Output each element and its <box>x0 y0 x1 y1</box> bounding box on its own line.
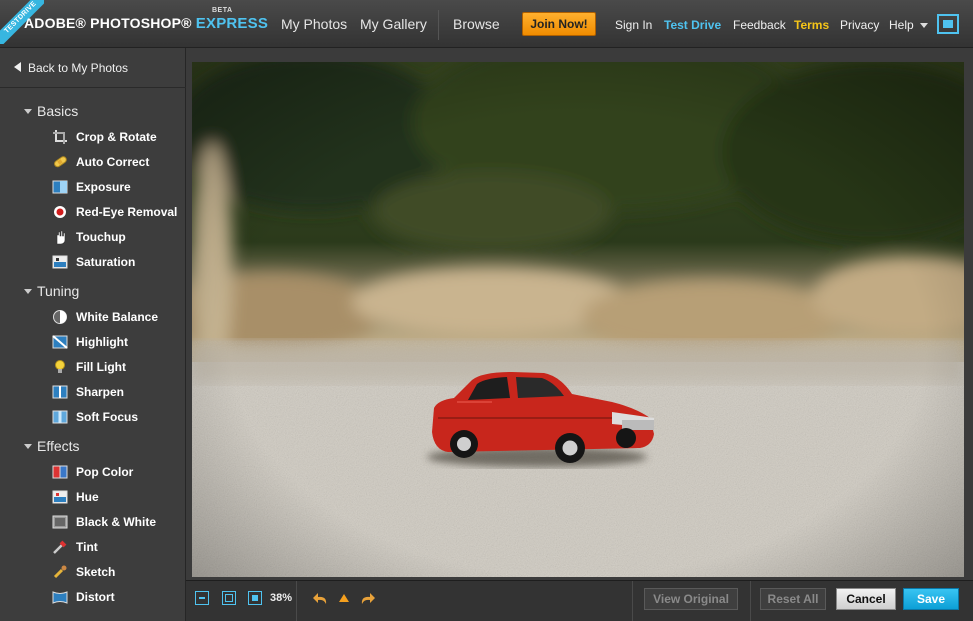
toolbar-divider <box>750 581 751 621</box>
toolbar-divider <box>296 581 297 621</box>
nav-my-photos[interactable]: My Photos <box>281 16 347 32</box>
saturation-icon <box>52 255 68 269</box>
hand-icon <box>56 230 66 245</box>
red-eye-icon <box>54 206 66 218</box>
tool-label: Saturation <box>76 255 136 269</box>
section-tuning[interactable]: Tuning <box>0 281 186 301</box>
white-balance-icon <box>53 310 67 324</box>
brand-logo[interactable]: ADOBE® PHOTOSHOP® EXPRESS BETA <box>24 7 269 32</box>
redo-icon[interactable] <box>358 591 376 607</box>
bandage-icon <box>54 156 67 168</box>
section-effects-title: Effects <box>37 438 80 454</box>
toolbar-divider <box>632 581 633 621</box>
save-button[interactable]: Save <box>903 588 959 610</box>
tool-label: Pop Color <box>76 465 134 479</box>
black-white-icon <box>52 515 68 529</box>
sharpen-icon <box>52 385 68 399</box>
photo-canvas[interactable] <box>192 62 964 577</box>
back-label: Back to My Photos <box>28 61 129 75</box>
back-to-my-photos-link[interactable]: Back to My Photos <box>0 48 186 88</box>
brand-beta: BETA <box>212 7 233 14</box>
highlight-icon <box>52 335 68 349</box>
tool-label: Red-Eye Removal <box>76 205 178 219</box>
section-basics-title: Basics <box>37 103 79 119</box>
terms-link[interactable]: Terms <box>794 18 829 32</box>
reset-all-button[interactable]: Reset All <box>760 588 826 610</box>
collapse-triangle-icon <box>24 109 32 114</box>
chevron-down-icon <box>919 23 928 29</box>
tool-label: Tint <box>76 540 98 554</box>
help-label: Help <box>889 18 914 32</box>
brand-adobe: ADOBE® <box>24 15 91 31</box>
help-menu[interactable]: Help <box>889 18 928 32</box>
top-bar: TESTDRIVE ADOBE® PHOTOSHOP® EXPRESS BETA… <box>0 0 973 48</box>
join-now-button[interactable]: Join Now! <box>522 12 596 36</box>
tool-label: Black & White <box>76 515 157 529</box>
brush-icon <box>53 565 67 579</box>
tool-label: Sketch <box>76 565 116 579</box>
pop-color-icon <box>52 465 68 479</box>
bulb-icon <box>55 360 65 373</box>
zoom-level: 38% <box>270 592 293 604</box>
tool-label: Fill Light <box>76 360 126 374</box>
tool-label: Hue <box>76 490 99 504</box>
bottom-toolbar: 38% View Original Reset All Cancel Save <box>186 580 973 621</box>
soft-focus-icon <box>52 410 68 424</box>
section-basics[interactable]: Basics <box>0 101 186 121</box>
zoom-in-icon[interactable] <box>248 591 262 605</box>
view-original-button[interactable]: View Original <box>644 588 738 610</box>
collapse-triangle-icon <box>24 444 32 449</box>
nav-my-gallery[interactable]: My Gallery <box>360 16 427 32</box>
tool-label: Auto Correct <box>76 155 150 169</box>
nav-browse[interactable]: Browse <box>453 16 500 32</box>
zoom-out-icon[interactable] <box>195 591 209 605</box>
tool-label: Soft Focus <box>76 410 138 424</box>
tools-sidebar: Back to My Photos Basics Crop & Rotate A… <box>0 48 186 621</box>
undo-icon[interactable] <box>312 591 330 607</box>
nav-divider <box>438 10 439 40</box>
history-up-icon[interactable] <box>338 593 350 603</box>
tool-label: Touchup <box>76 230 126 244</box>
brand-photoshop: PHOTOSHOP® <box>90 15 196 31</box>
dropper-icon <box>53 540 67 554</box>
cancel-button[interactable]: Cancel <box>836 588 896 610</box>
tool-label: Exposure <box>76 180 131 194</box>
collapse-triangle-icon <box>24 289 32 294</box>
tool-label: Highlight <box>76 335 128 349</box>
tool-label: Distort <box>76 590 115 604</box>
fit-to-screen-icon[interactable] <box>222 591 236 605</box>
section-tuning-title: Tuning <box>37 283 80 299</box>
photoshop-express-app: TESTDRIVE ADOBE® PHOTOSHOP® EXPRESS BETA… <box>0 0 973 621</box>
hue-icon <box>52 490 68 504</box>
photo-red-toy-car <box>192 62 964 577</box>
tool-label: White Balance <box>76 310 159 324</box>
distort-icon <box>52 591 68 604</box>
tool-label: Sharpen <box>76 385 125 399</box>
feedback-link[interactable]: Feedback <box>733 18 786 32</box>
fullscreen-icon[interactable] <box>937 14 959 34</box>
brand-express: EXPRESS <box>195 15 269 32</box>
crop-icon <box>53 130 67 144</box>
tool-label: Crop & Rotate <box>76 130 157 144</box>
section-effects[interactable]: Effects <box>0 436 186 456</box>
exposure-icon <box>52 180 68 194</box>
privacy-link[interactable]: Privacy <box>840 18 879 32</box>
test-drive-link[interactable]: Test Drive <box>664 18 721 32</box>
back-arrow-icon <box>14 62 21 72</box>
sign-in-link[interactable]: Sign In <box>615 18 652 32</box>
